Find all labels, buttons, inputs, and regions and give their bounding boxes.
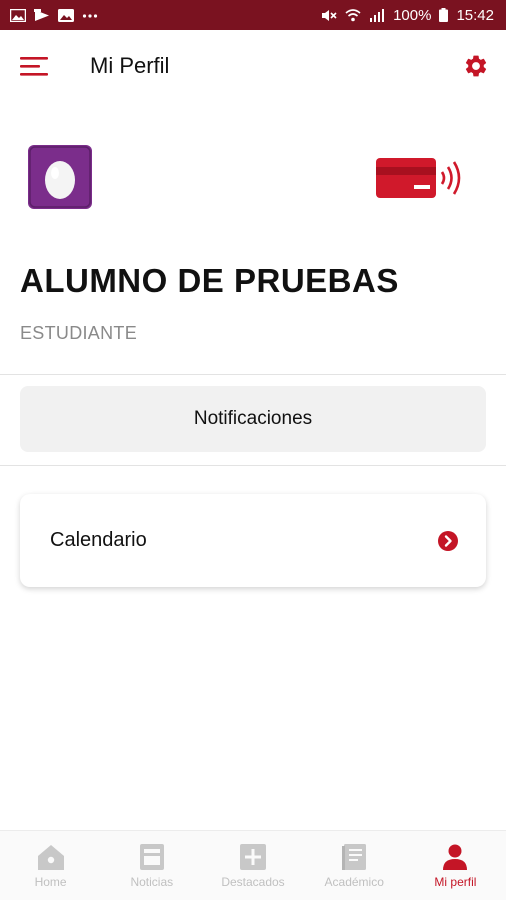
nav-mi-perfil[interactable]: Mi perfil	[405, 831, 506, 900]
divider	[0, 465, 506, 466]
user-role: ESTUDIANTE	[20, 323, 138, 343]
status-time: 15:42	[456, 6, 494, 24]
battery-percent: 100%	[393, 6, 432, 24]
gear-icon	[465, 55, 487, 77]
more-icon	[82, 13, 98, 18]
notifications-button[interactable]: Notificaciones	[20, 386, 486, 452]
notifications-label: Notificaciones	[193, 408, 313, 429]
mute-icon	[322, 9, 337, 21]
chevron-right-icon	[438, 530, 458, 551]
battery-icon	[439, 8, 449, 22]
nav-academico-label: Académico	[324, 874, 384, 889]
calendar-label: Calendario	[50, 529, 147, 551]
signal-icon	[370, 8, 385, 22]
news-icon	[139, 843, 164, 870]
play-store-icon	[34, 8, 49, 21]
wifi-icon	[345, 8, 361, 21]
calendar-card[interactable]: Calendario	[20, 494, 486, 587]
plus-square-icon	[240, 843, 266, 870]
gallery-icon	[10, 8, 26, 22]
settings-button[interactable]	[462, 52, 490, 80]
user-icon	[443, 844, 468, 870]
home-icon	[37, 844, 64, 870]
status-bar: 100% 15:42	[0, 0, 506, 30]
nfc-card-icon[interactable]	[374, 152, 466, 204]
page-title: Mi Perfil	[90, 53, 170, 78]
book-icon	[342, 843, 367, 870]
bottom-nav: Home Noticias Destacados Académico Mi pe…	[0, 830, 506, 900]
status-notifications	[10, 8, 98, 22]
divider	[0, 374, 506, 375]
nav-noticias-label: Noticias	[130, 874, 174, 889]
egg-avatar-icon	[28, 145, 92, 209]
nav-noticias[interactable]: Noticias	[101, 831, 202, 900]
nav-home[interactable]: Home	[0, 831, 101, 900]
menu-button[interactable]	[20, 50, 52, 82]
nav-destacados[interactable]: Destacados	[202, 831, 303, 900]
user-name: ALUMNO DE PRUEBAS	[20, 262, 399, 299]
menu-icon	[20, 57, 48, 76]
nav-home-label: Home	[34, 874, 67, 889]
app-bar: Mi Perfil	[0, 30, 506, 102]
nav-mi-perfil-label: Mi perfil	[434, 874, 477, 889]
nav-academico[interactable]: Académico	[304, 831, 405, 900]
nav-destacados-label: Destacados	[221, 874, 285, 889]
image-icon	[58, 8, 74, 22]
status-system: 100% 15:42	[321, 7, 494, 24]
